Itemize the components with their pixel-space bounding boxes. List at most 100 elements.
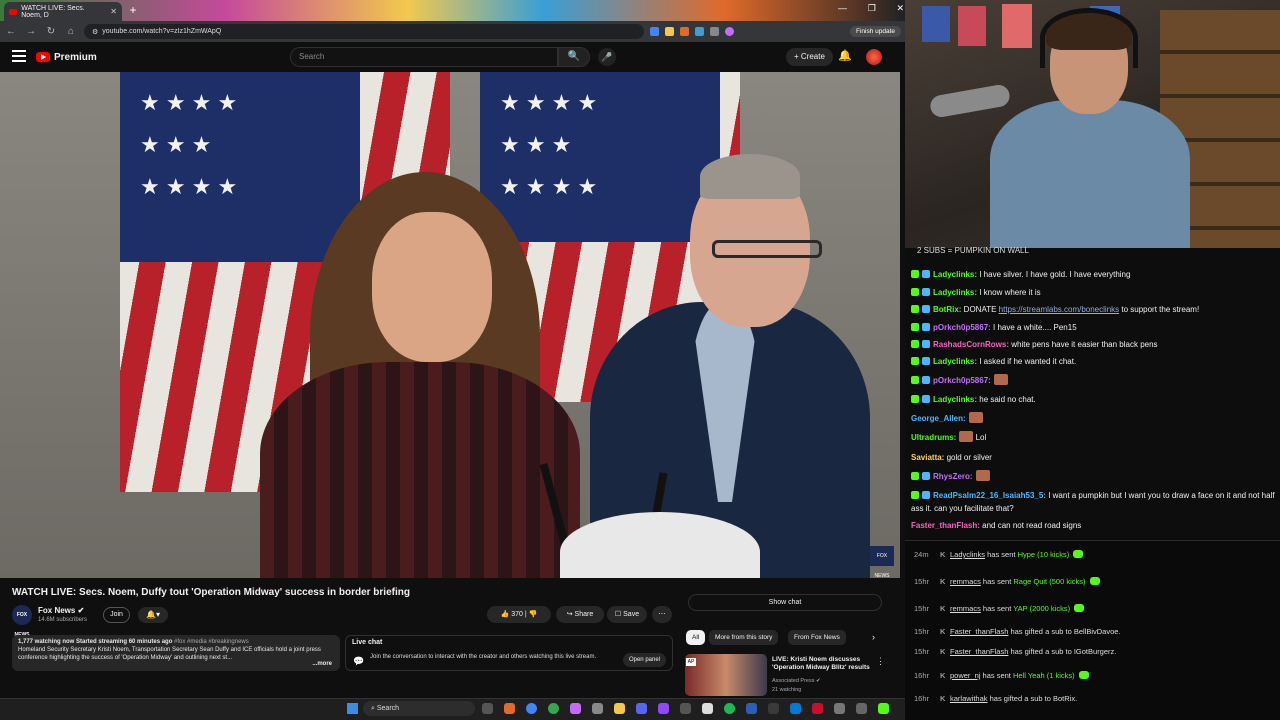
- app-icon[interactable]: [504, 703, 515, 714]
- file-explorer-icon[interactable]: [614, 703, 625, 714]
- hashtags[interactable]: #fox #media #breakingnews: [174, 639, 249, 645]
- youtube-logo[interactable]: Premium: [36, 50, 97, 64]
- url-field[interactable]: ⚙ youtube.com/watch?v=zIz1hZmWApQ: [84, 24, 644, 39]
- channel-avatar[interactable]: FOX NEWS: [12, 605, 32, 638]
- chat-username[interactable]: Saviatta:: [911, 453, 944, 462]
- extensions-puzzle-icon[interactable]: [710, 27, 719, 36]
- chat-link[interactable]: https://streamlabs.com/boneclinks: [999, 305, 1120, 314]
- extension-icon[interactable]: [665, 27, 674, 36]
- app-icon[interactable]: [570, 703, 581, 714]
- minimize-icon[interactable]: —: [838, 3, 847, 17]
- app-icon[interactable]: [702, 703, 713, 714]
- kick-icon[interactable]: [878, 703, 889, 714]
- chat-username[interactable]: Ladyclinks:: [933, 270, 977, 279]
- forward-arrow-icon[interactable]: →: [24, 25, 38, 39]
- back-arrow-icon[interactable]: ←: [4, 25, 18, 39]
- chat-badge-icon: [922, 305, 930, 313]
- event-time: 15hr: [914, 604, 930, 613]
- extension-icon[interactable]: [650, 27, 659, 36]
- search-input[interactable]: Search: [290, 47, 558, 67]
- chat-text: white pens have it easier than black pen…: [1009, 340, 1158, 349]
- profile-avatar[interactable]: [725, 27, 734, 36]
- recommended-video-thumbnail[interactable]: [685, 654, 767, 696]
- home-icon[interactable]: ⌂: [64, 25, 78, 39]
- chip-all[interactable]: All: [686, 630, 706, 645]
- event-item: Rage Quit (500 kicks): [1013, 577, 1086, 586]
- chip-from-fox-news[interactable]: From Fox News: [788, 630, 846, 645]
- app-icon[interactable]: [790, 703, 801, 714]
- chat-username[interactable]: BotRix:: [933, 305, 961, 314]
- chat-username[interactable]: RhysZero:: [933, 472, 973, 481]
- app-icon[interactable]: [746, 703, 757, 714]
- chat-username[interactable]: ReadPsalm22_16_Isaiah53_5:: [933, 491, 1046, 500]
- chat-icon: 💬: [353, 656, 365, 666]
- account-avatar[interactable]: [866, 49, 882, 65]
- chrome-icon[interactable]: [548, 703, 559, 714]
- chrome-icon[interactable]: [526, 703, 537, 714]
- microphone-icon[interactable]: 🎤: [598, 48, 616, 66]
- chat-username[interactable]: George_Allen:: [911, 414, 966, 423]
- close-tab-icon[interactable]: ✕: [110, 7, 117, 16]
- share-button[interactable]: ↪ Share: [556, 606, 604, 623]
- chat-username[interactable]: Ladyclinks:: [933, 288, 977, 297]
- spotify-icon[interactable]: [724, 703, 735, 714]
- kebab-menu-icon[interactable]: ⋮: [876, 656, 885, 667]
- extension-icon[interactable]: [680, 27, 689, 36]
- notifications-bell-icon[interactable]: 🔔: [838, 49, 852, 65]
- event-username[interactable]: power_nj: [950, 671, 980, 680]
- chat-username[interactable]: RashadsCornRows:: [933, 340, 1009, 349]
- chevron-right-icon[interactable]: ›: [866, 630, 881, 645]
- app-icon[interactable]: [856, 703, 867, 714]
- app-icon[interactable]: [680, 703, 691, 714]
- event-username[interactable]: remmacs: [950, 604, 981, 613]
- extension-icon[interactable]: [695, 27, 704, 36]
- chat-username[interactable]: Ladyclinks:: [933, 395, 977, 404]
- restore-icon[interactable]: ❐: [868, 3, 876, 17]
- save-button[interactable]: ☐ Save: [607, 606, 647, 623]
- chip-more-from-story[interactable]: More from this story: [709, 630, 779, 645]
- chat-username[interactable]: Ultradrums:: [911, 433, 956, 442]
- windows-start-icon[interactable]: [347, 703, 358, 714]
- app-icon[interactable]: [812, 703, 823, 714]
- recommended-video-title[interactable]: LIVE: Kristi Noem discusses 'Operation M…: [772, 656, 880, 672]
- event-time: 15hr: [914, 647, 930, 656]
- taskbar-search[interactable]: ⌕ Search: [363, 701, 475, 716]
- recommended-video-channel[interactable]: Associated Press ✔: [772, 678, 821, 684]
- channel-name[interactable]: Fox News ✔: [38, 606, 84, 615]
- event-username[interactable]: karlawithak: [950, 694, 988, 703]
- event-username[interactable]: remmacs: [950, 577, 981, 586]
- task-view-icon[interactable]: [482, 703, 493, 714]
- discord-icon[interactable]: [636, 703, 647, 714]
- hamburger-menu-icon[interactable]: [12, 50, 26, 62]
- description-box[interactable]: 1,777 watching now Started streaming 60 …: [12, 635, 340, 671]
- app-icon[interactable]: [834, 703, 845, 714]
- site-info-icon[interactable]: ⚙: [92, 28, 98, 36]
- app-icon[interactable]: [768, 703, 779, 714]
- new-tab-button[interactable]: +: [126, 3, 140, 17]
- like-dislike-button[interactable]: 👍 370 | 👎: [487, 606, 551, 623]
- finish-update-button[interactable]: Finish update: [849, 26, 901, 37]
- chat-username[interactable]: pOrkch0p5867:: [933, 323, 991, 332]
- create-button[interactable]: + Create: [786, 48, 833, 66]
- more-actions-button[interactable]: ⋯: [652, 606, 672, 623]
- join-button[interactable]: Join: [103, 607, 130, 623]
- event-username[interactable]: Ladyclinks: [950, 550, 985, 559]
- event-username[interactable]: Faster_thanFlash: [950, 647, 1008, 656]
- view-stats: 1,777 watching now Started streaming 60 …: [18, 639, 173, 645]
- show-chat-button[interactable]: Show chat: [688, 594, 882, 611]
- app-icon[interactable]: [592, 703, 603, 714]
- browser-tab[interactable]: WATCH LIVE: Secs. Noem, D ✕: [4, 2, 122, 21]
- close-window-icon[interactable]: ✕: [896, 3, 904, 17]
- app-icon[interactable]: [658, 703, 669, 714]
- chat-username[interactable]: pOrkch0p5867:: [933, 376, 991, 385]
- chat-badge-icon: [922, 395, 930, 403]
- reload-icon[interactable]: ↻: [44, 25, 58, 39]
- video-player[interactable]: [0, 72, 900, 578]
- more-link[interactable]: ...more: [312, 660, 332, 668]
- subscription-bell-icon[interactable]: 🔔▾: [138, 607, 168, 623]
- open-panel-button[interactable]: Open panel: [622, 653, 666, 667]
- search-icon[interactable]: 🔍: [558, 47, 590, 67]
- chat-username[interactable]: Faster_thanFlash:: [911, 521, 980, 530]
- event-username[interactable]: Faster_thanFlash: [950, 627, 1008, 636]
- chat-username[interactable]: Ladyclinks:: [933, 357, 977, 366]
